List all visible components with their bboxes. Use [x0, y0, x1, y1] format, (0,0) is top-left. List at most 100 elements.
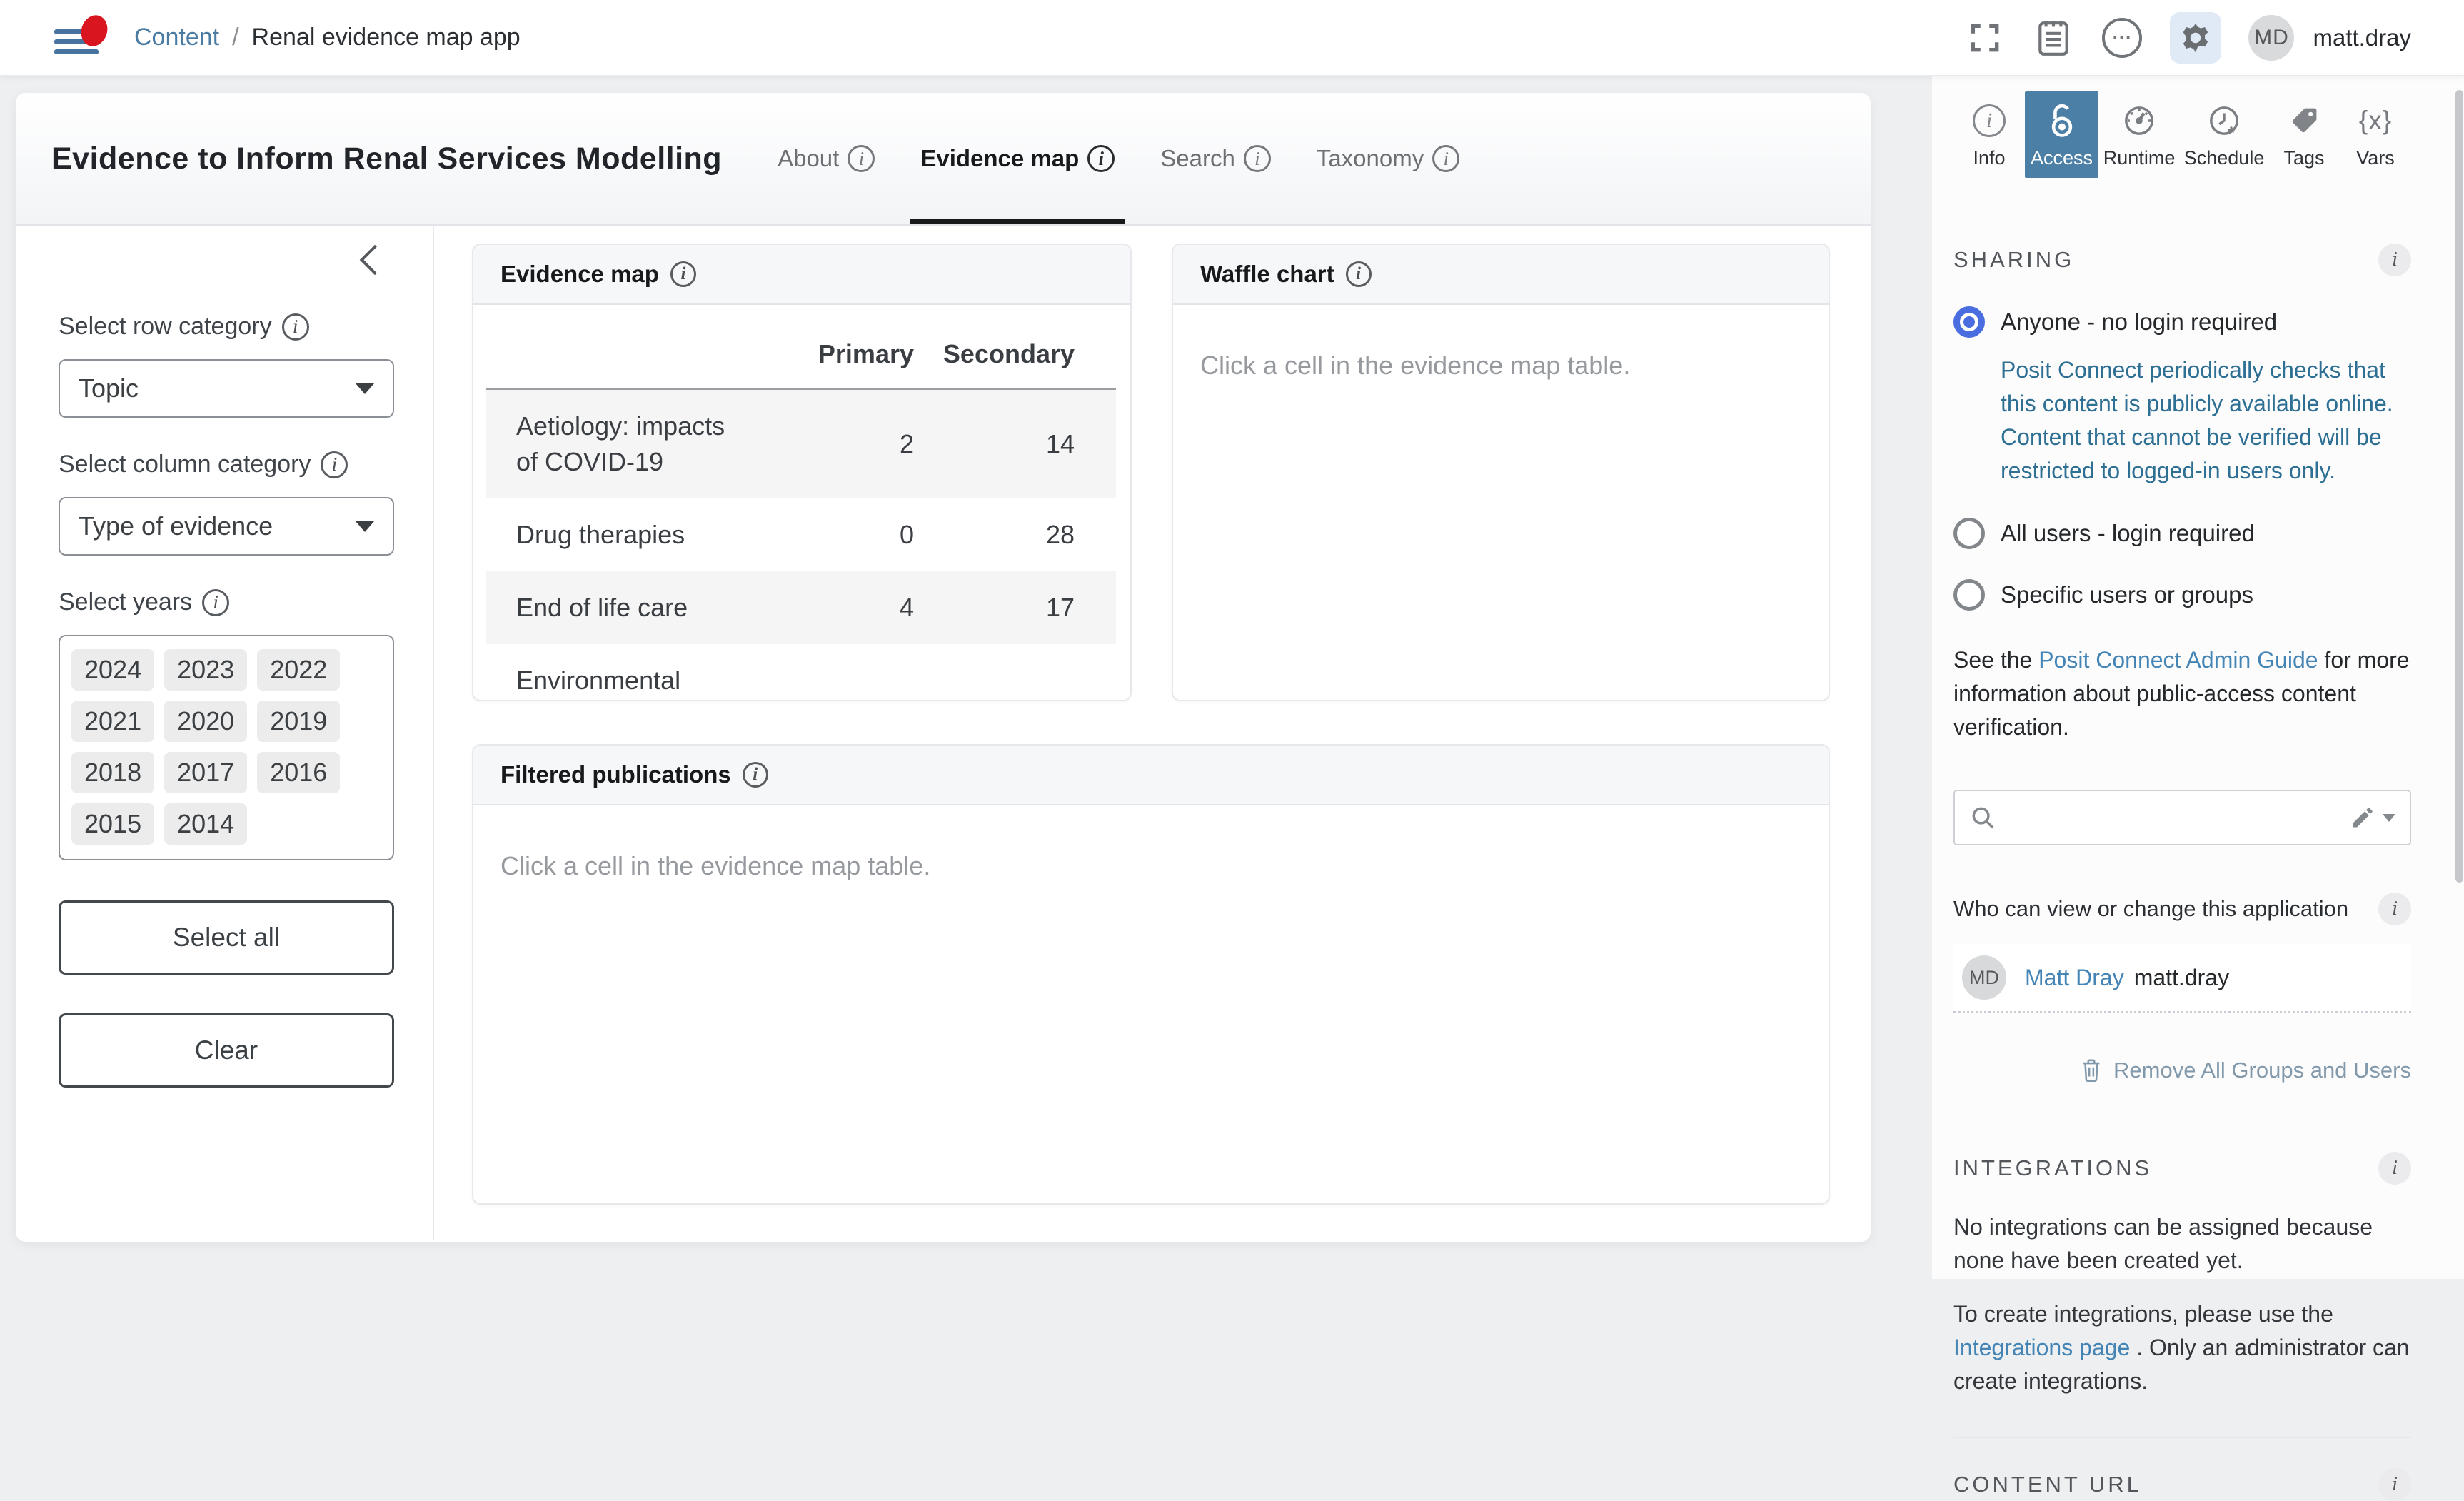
- cell-primary[interactable]: 0: [755, 520, 934, 550]
- breadcrumb-content-link[interactable]: Content: [134, 24, 219, 51]
- year-chip[interactable]: 2017: [164, 752, 247, 793]
- info-icon[interactable]: i: [1432, 145, 1459, 172]
- ellipsis-glyph: ...: [2102, 18, 2142, 58]
- year-chip[interactable]: 2019: [257, 701, 340, 742]
- settings-tab-schedule[interactable]: Schedule: [2180, 91, 2268, 178]
- info-icon[interactable]: i: [282, 313, 309, 341]
- table-row[interactable]: End of life care 4 17: [486, 571, 1116, 644]
- years-picker: 2024 2023 2022 2021 2020 2019 2018 2017 …: [59, 635, 394, 860]
- cell-secondary[interactable]: 14: [934, 429, 1116, 459]
- row-category-select[interactable]: Topic: [59, 359, 394, 418]
- integrations-page-link[interactable]: Integrations page: [1953, 1335, 2130, 1360]
- year-chip[interactable]: 2015: [71, 803, 154, 845]
- note-text: To create integrations, please use the: [1953, 1301, 2333, 1327]
- filtered-publications-card-header: Filtered publications i: [473, 746, 1829, 805]
- column-category-select[interactable]: Type of evidence: [59, 497, 394, 556]
- cell-primary[interactable]: 4: [755, 593, 934, 623]
- info-icon[interactable]: i: [202, 589, 229, 616]
- trash-icon: [2081, 1058, 2102, 1083]
- info-icon[interactable]: i: [670, 261, 696, 287]
- year-chip[interactable]: 2020: [164, 701, 247, 742]
- select-all-button[interactable]: Select all: [59, 900, 394, 975]
- table-row[interactable]: Aetiology: impacts of COVID-19 2 14: [486, 390, 1116, 498]
- app-container: Evidence to Inform Renal Services Modell…: [16, 93, 1871, 1242]
- year-chip[interactable]: 2018: [71, 752, 154, 793]
- radio-specific-users[interactable]: Specific users or groups: [1953, 579, 2411, 611]
- settings-tab-label: Runtime: [2103, 147, 2176, 169]
- posit-connect-logo[interactable]: [54, 19, 104, 56]
- year-chip[interactable]: 2016: [257, 752, 340, 793]
- panel-scrollbar[interactable]: [2455, 90, 2463, 883]
- admin-guide-link[interactable]: Posit Connect Admin Guide: [2038, 647, 2318, 673]
- radio-unselected-icon[interactable]: [1953, 579, 1985, 611]
- radio-anyone[interactable]: Anyone - no login required: [1953, 306, 2411, 338]
- tab-about[interactable]: About i: [768, 93, 885, 224]
- cell-primary[interactable]: 2: [755, 429, 934, 459]
- info-badge-icon[interactable]: i: [2378, 244, 2411, 276]
- admin-guide-note: See the Posit Connect Admin Guide for mo…: [1953, 643, 2410, 744]
- table-row[interactable]: Environmental impacts of renal care 3 9: [486, 644, 1116, 701]
- select-value: Type of evidence: [79, 511, 273, 541]
- settings-tab-runtime[interactable]: Runtime: [2098, 91, 2180, 178]
- info-badge-icon[interactable]: i: [2378, 1468, 2411, 1501]
- cell-secondary[interactable]: 17: [934, 593, 1116, 623]
- tag-icon: [2288, 101, 2320, 140]
- info-icon[interactable]: i: [743, 762, 768, 788]
- info-icon[interactable]: i: [321, 451, 348, 478]
- row-topic: Environmental impacts of renal care: [486, 644, 755, 701]
- clear-button[interactable]: Clear: [59, 1013, 394, 1088]
- settings-tab-label: Schedule: [2184, 147, 2265, 169]
- table-row[interactable]: Drug therapies 0 28: [486, 498, 1116, 571]
- evidence-map-card: Evidence map i Primary Secondary Aetiolo…: [472, 244, 1132, 701]
- year-chip[interactable]: 2014: [164, 803, 247, 845]
- tab-search[interactable]: Search i: [1150, 93, 1281, 224]
- year-chip[interactable]: 2022: [257, 649, 340, 691]
- permission-user-row[interactable]: MD Matt Dray matt.dray: [1953, 944, 2411, 1013]
- year-chip[interactable]: 2023: [164, 649, 247, 691]
- filtered-publications-card: Filtered publications i Click a cell in …: [472, 744, 1830, 1205]
- cell-secondary[interactable]: 28: [934, 520, 1116, 550]
- year-chip[interactable]: 2024: [71, 649, 154, 691]
- breadcrumb: Content / Renal evidence map app: [134, 24, 521, 51]
- tab-taxonomy[interactable]: Taxonomy i: [1307, 93, 1469, 224]
- settings-gear-button[interactable]: [2170, 12, 2221, 64]
- settings-tab-tags[interactable]: Tags: [2268, 91, 2340, 178]
- radio-all-users[interactable]: All users - login required: [1953, 518, 2411, 549]
- main-content: Evidence map i Primary Secondary Aetiolo…: [434, 226, 1871, 1240]
- user-avatar[interactable]: MD: [2248, 15, 2294, 61]
- settings-tab-info[interactable]: i Info: [1953, 91, 2025, 178]
- year-chip[interactable]: 2021: [71, 701, 154, 742]
- user-name-link[interactable]: Matt Dray: [2025, 965, 2124, 991]
- settings-tabs: i Info Access Runtime: [1953, 91, 2411, 178]
- tab-label: Search: [1160, 145, 1235, 172]
- radio-unselected-icon[interactable]: [1953, 518, 1985, 549]
- user-search-box[interactable]: [1953, 790, 2411, 845]
- info-icon[interactable]: i: [848, 145, 875, 172]
- more-options-icon[interactable]: ...: [2101, 17, 2143, 59]
- tab-label: About: [778, 145, 839, 172]
- info-icon[interactable]: i: [1346, 261, 1372, 287]
- publications-placeholder-text: Click a cell in the evidence map table.: [473, 805, 1829, 881]
- fullscreen-icon[interactable]: [1964, 17, 2006, 59]
- column-category-label: Select column category i: [59, 451, 394, 478]
- user-username: matt.dray: [2134, 965, 2229, 991]
- collapse-sidebar-icon[interactable]: [360, 245, 390, 275]
- remove-all-button[interactable]: Remove All Groups and Users: [1953, 1058, 2411, 1083]
- label-text: Select years: [59, 588, 192, 616]
- tab-evidence-map[interactable]: Evidence map i: [910, 93, 1125, 224]
- info-badge-icon[interactable]: i: [2378, 1152, 2411, 1185]
- search-input[interactable]: [2008, 805, 2350, 830]
- settings-tab-access[interactable]: Access: [2025, 91, 2098, 178]
- note-text: See the: [1953, 647, 2038, 673]
- permission-mode-dropdown[interactable]: [2350, 805, 2395, 830]
- topic-column-header: [486, 339, 755, 369]
- info-icon[interactable]: i: [1087, 145, 1115, 172]
- settings-tab-label: Info: [1973, 147, 2005, 169]
- settings-tab-vars[interactable]: {x} Vars: [2340, 91, 2411, 178]
- radio-selected-icon[interactable]: [1953, 306, 1985, 338]
- info-icon[interactable]: i: [1244, 145, 1271, 172]
- app-body: Select row category i Topic Select colum…: [16, 226, 1871, 1240]
- info-badge-icon[interactable]: i: [2378, 893, 2411, 925]
- clipboard-icon[interactable]: [2033, 17, 2074, 59]
- username-label[interactable]: matt.dray: [2313, 24, 2411, 51]
